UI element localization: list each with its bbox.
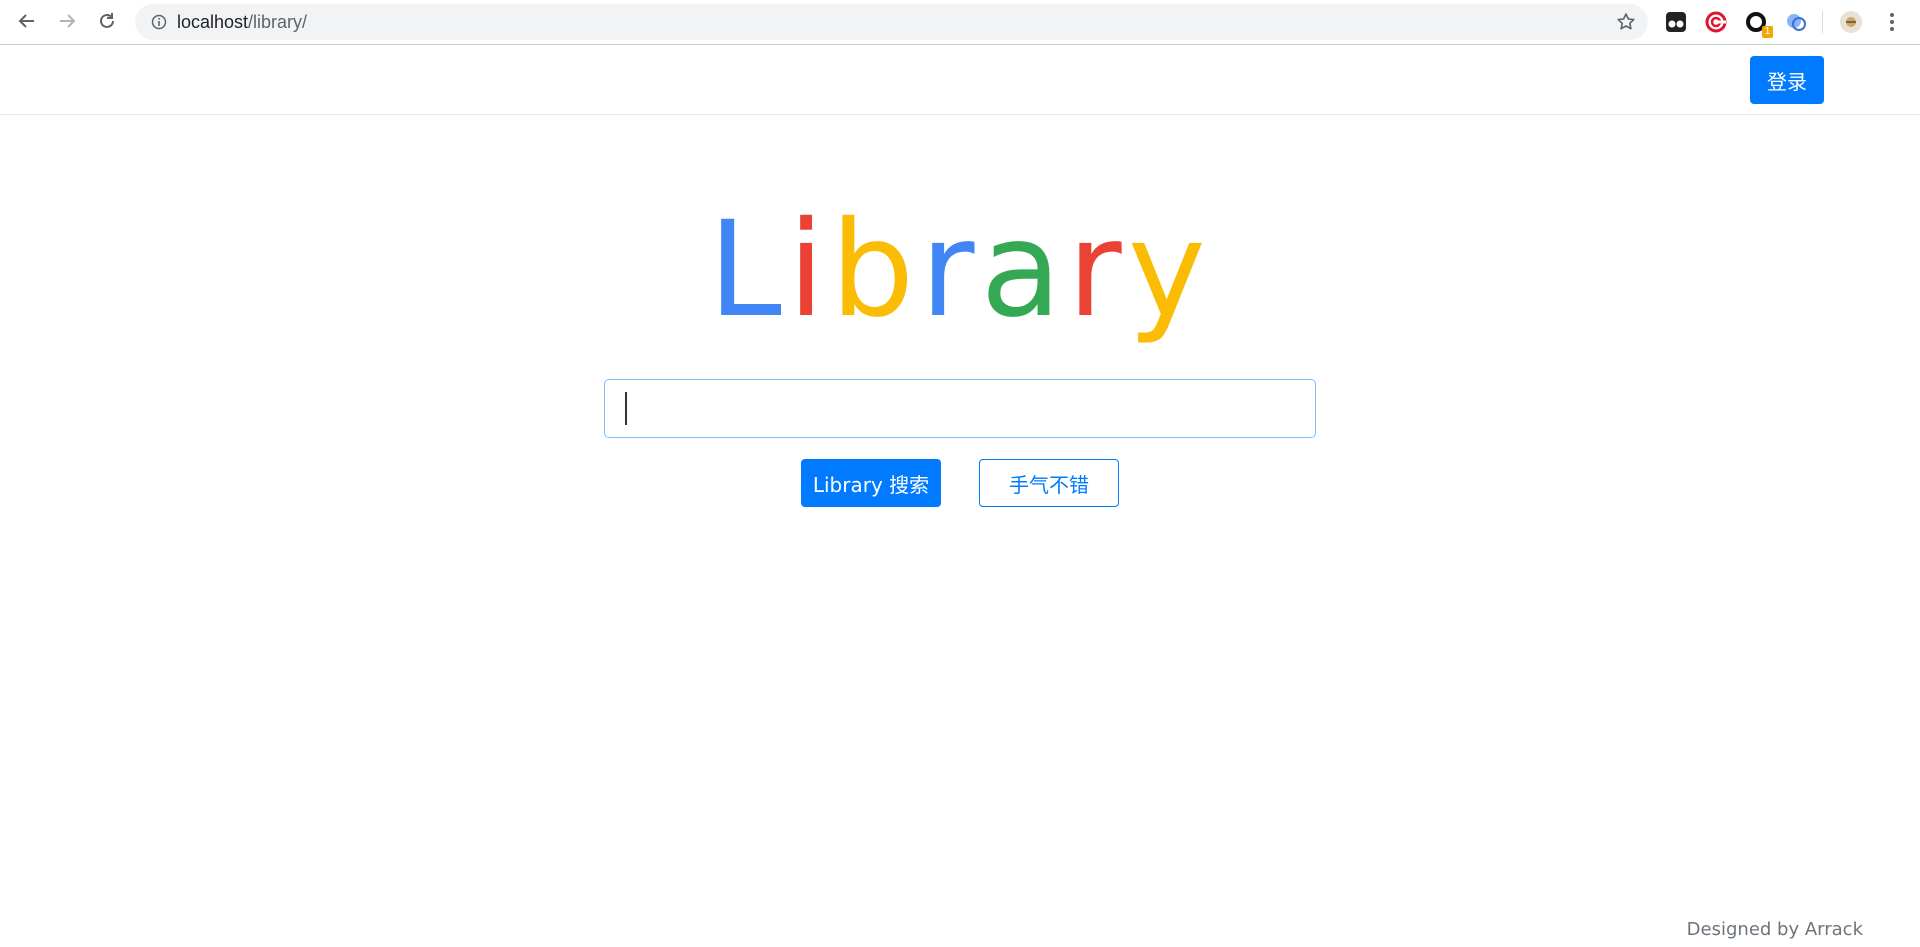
- back-arrow-icon: [18, 14, 34, 28]
- forward-arrow-icon: [60, 14, 76, 28]
- bookmark-star-icon[interactable]: [1614, 10, 1638, 34]
- toolbar-divider: [1822, 11, 1823, 33]
- ring-icon[interactable]: 1: [1743, 9, 1773, 38]
- browser-toolbar: localhost/library/ 1: [0, 0, 1920, 45]
- feeling-lucky-button[interactable]: 手气不错: [979, 459, 1119, 507]
- url-path: /library/: [248, 12, 308, 32]
- logo-letter: y: [1127, 193, 1212, 347]
- avatar-icon[interactable]: [1838, 9, 1864, 35]
- translate-icon[interactable]: [1783, 9, 1809, 35]
- target-icon[interactable]: [1703, 9, 1729, 35]
- url-host: localhost: [177, 12, 249, 32]
- address-bar[interactable]: localhost/library/: [135, 4, 1648, 40]
- logo-letter: a: [980, 193, 1068, 347]
- app-navbar: 登录: [0, 46, 1920, 115]
- login-button[interactable]: 登录: [1750, 56, 1824, 104]
- forward-button[interactable]: [53, 7, 81, 35]
- reload-button[interactable]: [93, 7, 121, 35]
- library-logo: Library: [0, 190, 1920, 350]
- logo-letter: b: [830, 193, 921, 347]
- footer-credit: Designed by Arrack: [1686, 919, 1863, 940]
- menu-kebab-icon[interactable]: [1879, 9, 1905, 35]
- back-button[interactable]: [13, 7, 41, 35]
- logo-letter: L: [708, 193, 788, 347]
- logo-letter: r: [1067, 193, 1128, 347]
- extension-badge: 1: [1762, 26, 1773, 38]
- library-search-button[interactable]: Library 搜索: [801, 459, 941, 507]
- logo-letter: r: [920, 193, 981, 347]
- search-input[interactable]: [604, 379, 1316, 438]
- tampermonkey-icon[interactable]: [1663, 9, 1689, 35]
- site-info-icon[interactable]: [149, 12, 169, 32]
- url-text[interactable]: localhost/library/: [177, 4, 307, 40]
- logo-letter: i: [787, 193, 831, 347]
- text-caret: [625, 392, 627, 425]
- reload-icon: [100, 13, 114, 28]
